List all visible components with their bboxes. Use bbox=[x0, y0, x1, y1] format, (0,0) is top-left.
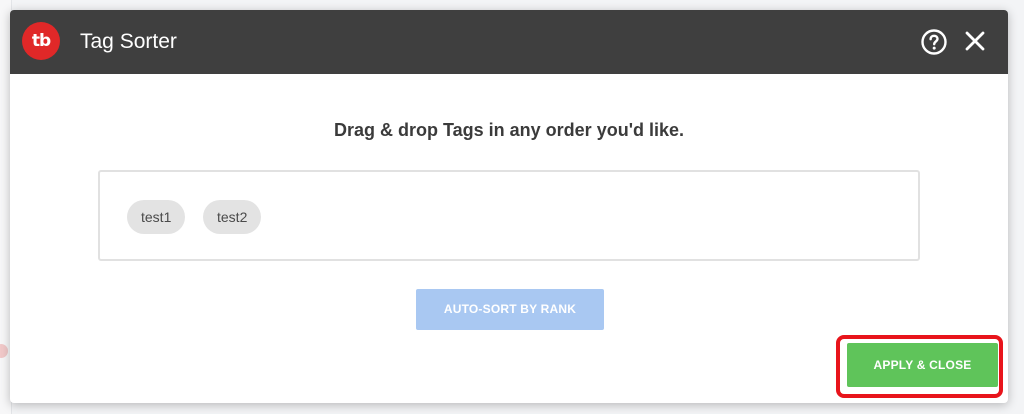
auto-sort-button[interactable]: AUTO-SORT BY RANK bbox=[416, 289, 604, 330]
tag-drop-zone[interactable]: test1 test2 bbox=[98, 170, 920, 261]
tubebuddy-logo-icon: tb bbox=[22, 22, 60, 60]
dialog-header: tb Tag Sorter bbox=[10, 10, 1008, 74]
close-icon[interactable] bbox=[962, 28, 988, 54]
tag-chip[interactable]: test2 bbox=[203, 200, 262, 234]
tag-sorter-dialog: tb Tag Sorter Drag & drop Tags in any or… bbox=[10, 10, 1008, 403]
help-circle-icon[interactable] bbox=[920, 28, 948, 56]
tag-chip[interactable]: test1 bbox=[127, 200, 186, 234]
apply-close-button[interactable]: APPLY & CLOSE bbox=[847, 343, 998, 387]
instructions-text: Drag & drop Tags in any order you'd like… bbox=[333, 120, 684, 140]
logo-text: tb bbox=[31, 31, 51, 51]
dialog-title: Tag Sorter bbox=[80, 30, 177, 53]
